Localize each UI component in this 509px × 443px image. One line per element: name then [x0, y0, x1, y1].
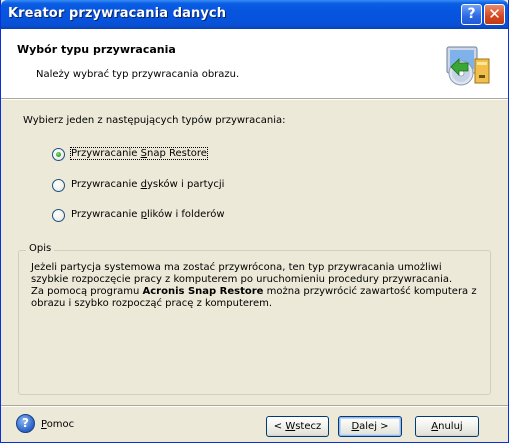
page-subtitle: Należy wybrać typ przywracania obrazu. — [36, 69, 240, 80]
window-title: Kreator przywracania danych — [8, 6, 227, 21]
options-prompt: Wybierz jeden z następujących typów przy… — [23, 115, 286, 126]
wizard-header: Wybór typu przywracania Należy wybrać ty… — [1, 29, 508, 98]
close-button[interactable]: ✕ — [484, 4, 505, 25]
option-label[interactable]: Przywracanie dysków i partycji — [71, 179, 224, 190]
option-label[interactable]: Przywracanie Snap Restore — [70, 147, 208, 160]
help-icon[interactable]: ? — [16, 414, 35, 433]
header-divider — [1, 98, 508, 100]
close-icon: ✕ — [488, 5, 501, 23]
help-link[interactable]: Pomoc — [41, 419, 74, 430]
footer-divider — [1, 405, 508, 407]
title-bar[interactable]: Kreator przywracania danych ? ✕ — [1, 0, 508, 29]
radio-button[interactable] — [52, 179, 65, 192]
next-button[interactable]: Dalej > — [338, 416, 402, 437]
cancel-button[interactable]: Anuluj — [415, 416, 479, 437]
title-help-button[interactable]: ? — [461, 4, 482, 25]
radio-button[interactable] — [52, 209, 65, 222]
restore-wizard-icon — [446, 46, 490, 86]
description-paragraph: Za pomocą programu Acronis Snap Restore … — [31, 286, 477, 309]
radio-button[interactable] — [52, 148, 65, 161]
back-button[interactable]: < Wstecz — [266, 416, 329, 437]
description-text: Jeżeli partycja systemowa ma zostać przy… — [31, 262, 481, 310]
page-title: Wybór typu przywracania — [17, 43, 176, 56]
wizard-window: Kreator przywracania danych ? ✕ Wybór ty… — [0, 0, 509, 443]
description-title: Opis — [26, 243, 55, 254]
question-icon: ? — [467, 6, 476, 22]
option-label[interactable]: Przywracanie plików i folderów — [71, 209, 225, 220]
description-paragraph: Jeżeli partycja systemowa ma zostać przy… — [31, 262, 453, 285]
